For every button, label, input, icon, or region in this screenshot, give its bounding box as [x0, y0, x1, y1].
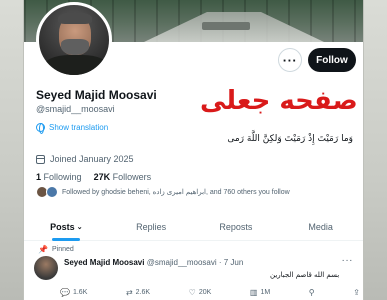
tab-media[interactable]: Media: [278, 213, 363, 240]
followed-by-label: Followed by ghodsie beheni, ابراهیم امیر…: [62, 189, 290, 196]
fake-page-stamp: صفحه جعلی: [200, 86, 358, 116]
tweet-more-icon[interactable]: ···: [342, 255, 354, 266]
banner-vehicle: [202, 22, 250, 30]
tab-replies[interactable]: Replies: [109, 213, 194, 240]
share-button[interactable]: ⇪: [353, 288, 360, 297]
pinned-indicator: 📌 Pinned: [38, 245, 74, 254]
chevron-down-icon: ⌄: [76, 223, 83, 231]
repost-icon: ⇄: [125, 288, 133, 297]
bookmark-icon: ⚲: [308, 288, 315, 297]
avatar-beard: [61, 39, 89, 55]
tweet-actions: 💬 1.6K ⇄ 2.6K ♡ 20K ▥ 1M ⚲ ⇪: [60, 288, 360, 297]
reply-button[interactable]: 💬 1.6K: [60, 288, 87, 297]
calendar-icon: [36, 154, 45, 164]
tweet-author-name[interactable]: Seyed Majid Moosavi: [64, 258, 144, 267]
tab-reposts[interactable]: Reposts: [194, 213, 279, 240]
tweet-header: Seyed Majid Moosavi @smajid__moosavi · 7…: [64, 258, 243, 267]
more-icon: ···: [282, 52, 298, 68]
avatar: [46, 186, 58, 198]
followers-link[interactable]: 27K Followers: [94, 172, 152, 182]
profile-screen: ··· Follow Seyed Majid Moosavi @smajid__…: [24, 0, 363, 300]
tab-posts[interactable]: Posts ⌄: [24, 213, 109, 240]
follow-button[interactable]: Follow: [308, 48, 356, 72]
views-button[interactable]: ▥ 1M: [250, 288, 270, 297]
avatar[interactable]: [34, 256, 58, 280]
follower-avatars: [36, 186, 58, 198]
followed-by[interactable]: Followed by ghodsie beheni, ابراهیم امیر…: [36, 186, 290, 198]
display-name: Seyed Majid Moosavi: [36, 88, 157, 102]
photo-frame-right: [363, 0, 387, 300]
heart-icon: ♡: [188, 288, 196, 297]
reply-icon: 💬: [60, 288, 70, 297]
photo-frame-left: [0, 0, 24, 300]
share-icon: ⇪: [353, 288, 360, 297]
show-translation-label: Show translation: [49, 123, 109, 132]
pinned-label: Pinned: [51, 246, 74, 253]
bookmark-button[interactable]: ⚲: [309, 288, 315, 297]
following-link[interactable]: 1 Following: [36, 172, 82, 182]
follow-stats: 1 Following 27K Followers: [36, 172, 151, 182]
avatar-hair: [58, 12, 92, 24]
tweet-text: بسم الله قاصم الجبارین: [270, 271, 340, 279]
tweet-date[interactable]: · 7 Jun: [219, 258, 243, 267]
avatar-body: [43, 55, 109, 75]
show-translation-link[interactable]: Show translation: [36, 123, 109, 134]
profile-handle: @smajid__moosavi: [36, 104, 115, 114]
bar-chart-icon: ▥: [249, 288, 258, 297]
more-options-button[interactable]: ···: [278, 48, 302, 72]
repost-button[interactable]: ⇄ 2.6K: [126, 288, 150, 297]
profile-bio: وَما رَمَیْتَ إِذْ رَمَیْتَ وَلكِنَّ الل…: [227, 134, 353, 144]
tweet-author-handle: @smajid__moosavi: [146, 258, 217, 267]
profile-avatar[interactable]: [36, 2, 112, 78]
pin-icon: 📌: [38, 245, 48, 254]
joined-label: Joined January 2025: [50, 154, 134, 164]
globe-icon: [36, 123, 45, 134]
like-button[interactable]: ♡ 20K: [189, 288, 212, 297]
joined-date: Joined January 2025: [36, 154, 134, 164]
profile-tabs: Posts ⌄ Replies Reposts Media: [24, 213, 363, 241]
